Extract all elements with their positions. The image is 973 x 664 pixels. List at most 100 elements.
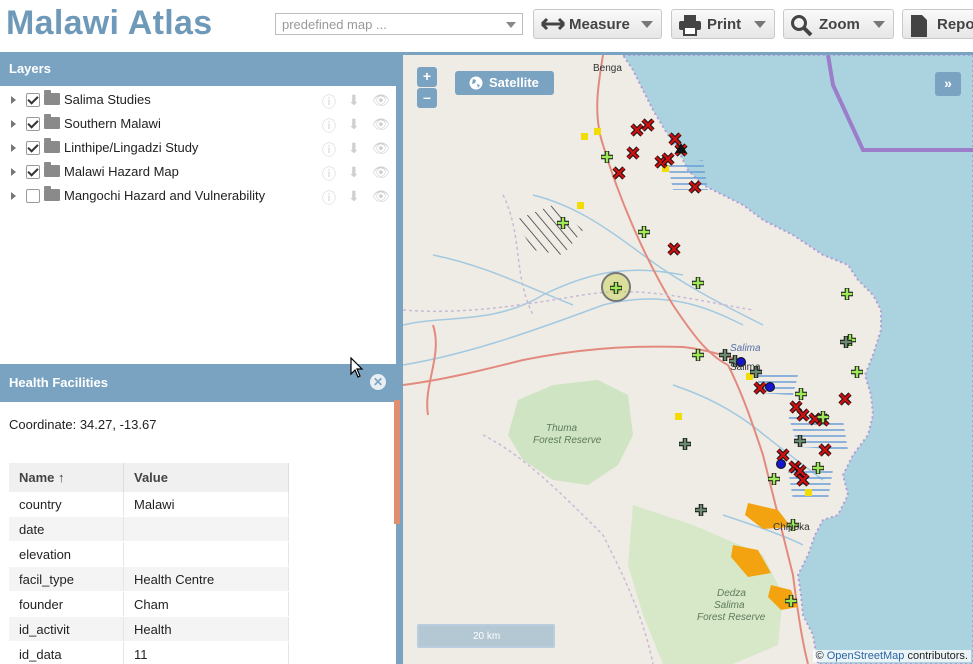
measure-label: Measure <box>569 16 630 33</box>
eye-icon[interactable]: 👁 <box>372 140 390 157</box>
expand-triangle-icon[interactable] <box>11 120 16 128</box>
satellite-label: Satellite <box>489 75 539 90</box>
place-thuma: Thuma <box>546 423 578 434</box>
expand-triangle-icon[interactable] <box>11 144 16 152</box>
layer-item-southern-malawi[interactable]: Southern Malawi ⓘ ⬇ 👁 <box>0 112 396 136</box>
layer-item-mangochi-hazard[interactable]: Mangochi Hazard and Vulnerability ⓘ ⬇ 👁 <box>0 184 396 208</box>
info-icon[interactable]: ⓘ <box>322 140 336 160</box>
expand-panel-button[interactable]: » <box>935 72 961 96</box>
folder-icon <box>44 138 60 153</box>
table-row: founder Cham <box>9 591 289 617</box>
attr-value: Health <box>123 616 289 642</box>
osm-link[interactable]: OpenStreetMap <box>827 650 905 662</box>
attribute-table: Name ↑ Value country Malawi date elevatio… <box>9 463 289 664</box>
layer-checkbox[interactable] <box>26 141 40 155</box>
coordinate-readout: Coordinate: 34.27, -13.67 <box>9 417 157 432</box>
health-facilities-panel: Health Facilities ✕ Coordinate: 34.27, -… <box>0 364 400 664</box>
info-icon[interactable]: ⓘ <box>322 116 336 136</box>
layer-label: Linthipe/Lingadzi Study <box>64 140 199 155</box>
attribution-suffix: contributors. <box>904 650 968 662</box>
layer-item-linthipe-lingadzi[interactable]: Linthipe/Lingadzi Study ⓘ ⬇ 👁 <box>0 136 396 160</box>
chevron-down-icon <box>754 21 766 28</box>
place-benga: Benga <box>593 63 622 74</box>
folder-icon <box>44 186 60 201</box>
attr-value <box>123 541 289 567</box>
layer-label: Salima Studies <box>64 92 151 107</box>
satellite-button[interactable]: Satellite <box>455 71 554 95</box>
app-title: Malawi Atlas <box>6 4 213 42</box>
zoom-out-button[interactable]: – <box>417 88 437 108</box>
mouse-cursor-icon <box>350 357 364 378</box>
layer-label: Malawi Hazard Map <box>64 164 179 179</box>
attr-value: 11 <box>123 641 289 664</box>
table-row: country Malawi <box>9 492 289 517</box>
attr-value: Cham <box>123 591 289 617</box>
attr-name: facil_type <box>9 566 124 592</box>
table-row: date <box>9 516 289 542</box>
attr-value: Malawi <box>123 492 289 517</box>
attr-value <box>123 516 289 542</box>
layer-item-malawi-hazard-map[interactable]: Malawi Hazard Map ⓘ ⬇ 👁 <box>0 160 396 184</box>
attr-value: Health Centre <box>123 566 289 592</box>
scale-label: 20 km <box>473 631 501 642</box>
print-label: Print <box>707 16 742 33</box>
health-panel-title-text: Health Facilities <box>9 375 108 390</box>
printer-icon <box>679 15 701 36</box>
layer-checkbox[interactable] <box>26 165 40 179</box>
download-icon[interactable]: ⬇ <box>348 92 360 109</box>
document-icon <box>911 15 927 37</box>
eye-icon[interactable]: 👁 <box>372 92 390 109</box>
layer-checkbox[interactable] <box>26 117 40 131</box>
column-header-name[interactable]: Name ↑ <box>9 463 124 492</box>
info-icon[interactable]: ⓘ <box>322 188 336 208</box>
layer-label: Southern Malawi <box>64 116 161 131</box>
health-panel-title: Health Facilities ✕ <box>0 364 396 402</box>
folder-icon <box>44 162 60 177</box>
map-canvas[interactable]: Benga Salima Salima Thuma Forest Reserve… <box>403 55 973 664</box>
download-icon[interactable]: ⬇ <box>348 140 360 157</box>
expand-triangle-icon[interactable] <box>11 96 16 104</box>
attr-name: date <box>9 516 124 542</box>
layer-label: Mangochi Hazard and Vulnerability <box>64 188 266 203</box>
report-button[interactable]: Repo <box>902 9 973 39</box>
attr-name: founder <box>9 591 124 617</box>
dedza-salima-forest-reserve <box>628 505 783 664</box>
hatched-hazard-area <box>515 205 583 255</box>
attr-name: elevation <box>9 541 124 567</box>
table-row: elevation <box>9 541 289 567</box>
zoom-button[interactable]: Zoom <box>783 9 894 39</box>
table-row: id_activit Health <box>9 616 289 642</box>
expand-triangle-icon[interactable] <box>11 192 16 200</box>
print-button[interactable]: Print <box>671 9 775 39</box>
place-thuma-forest: Forest Reserve <box>533 435 602 446</box>
zoom-label: Zoom <box>819 16 860 33</box>
column-header-value[interactable]: Value <box>123 463 289 492</box>
download-icon[interactable]: ⬇ <box>348 116 360 133</box>
place-chipoka: Chipoka <box>773 522 810 533</box>
place-salima: Salima <box>730 362 761 373</box>
map-view[interactable]: Benga Salima Salima Thuma Forest Reserve… <box>400 52 973 664</box>
close-icon[interactable]: ✕ <box>370 374 386 390</box>
zoom-in-button[interactable]: + <box>417 67 437 87</box>
layer-item-salima-studies[interactable]: Salima Studies ⓘ ⬇ 👁 <box>0 88 396 112</box>
folder-icon <box>44 90 60 105</box>
scale-bar: 20 km <box>417 624 555 648</box>
folder-icon <box>44 114 60 129</box>
attr-name: id_data <box>9 641 124 664</box>
expand-triangle-icon[interactable] <box>11 168 16 176</box>
measure-button[interactable]: Measure <box>533 9 662 39</box>
predefined-map-select[interactable]: predefined map ... <box>275 13 523 35</box>
place-dedza-forest: Forest Reserve <box>697 612 766 623</box>
layer-checkbox[interactable] <box>26 189 40 203</box>
globe-icon <box>469 76 483 90</box>
layer-checkbox[interactable] <box>26 93 40 107</box>
eye-icon[interactable]: 👁 <box>372 116 390 133</box>
eye-icon[interactable]: 👁 <box>372 188 390 205</box>
download-icon[interactable]: ⬇ <box>348 164 360 181</box>
eye-icon[interactable]: 👁 <box>372 164 390 181</box>
download-icon[interactable]: ⬇ <box>348 188 360 205</box>
info-icon[interactable]: ⓘ <box>322 92 336 112</box>
attr-name: id_activit <box>9 616 124 642</box>
chevron-down-icon <box>641 21 653 28</box>
info-icon[interactable]: ⓘ <box>322 164 336 184</box>
